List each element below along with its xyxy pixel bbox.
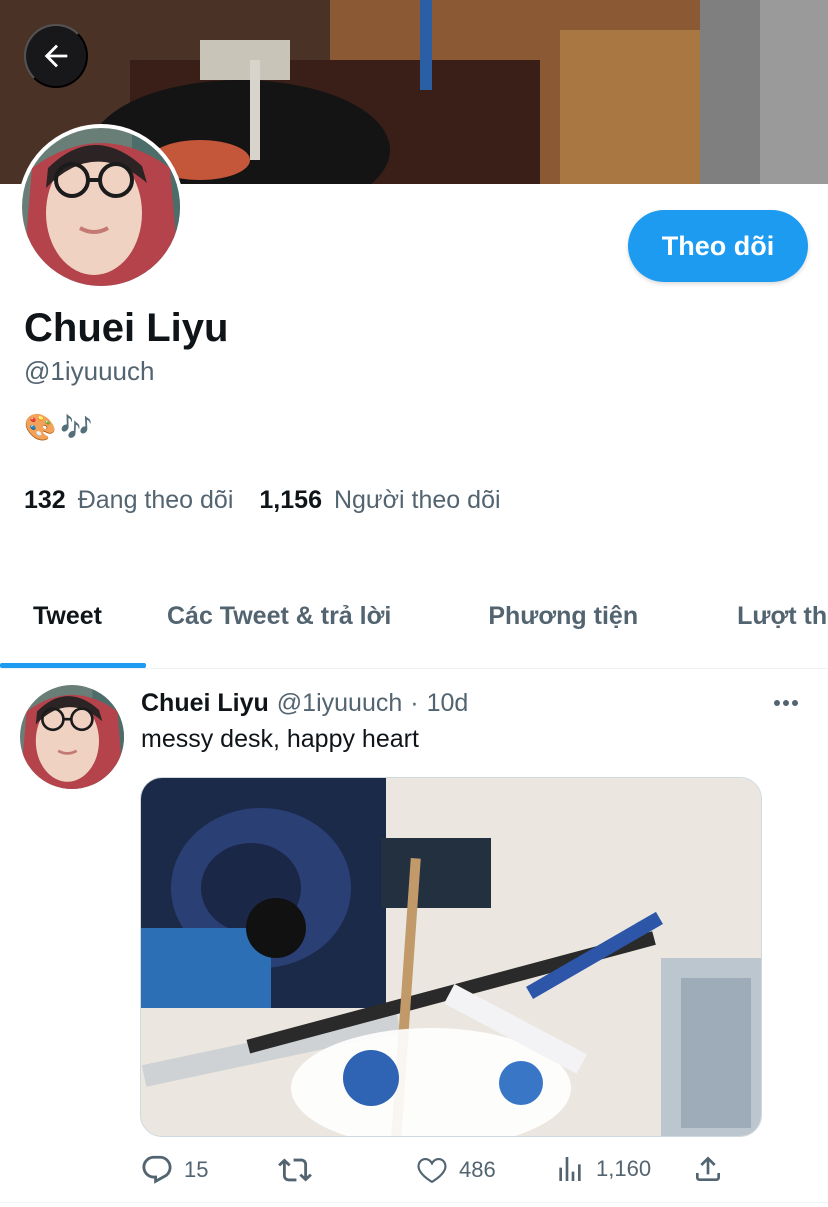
reply-icon bbox=[142, 1155, 172, 1184]
views-count: 1,160 bbox=[596, 1156, 652, 1181]
tab-tweets-and-replies[interactable]: Các Tweet & trả lời bbox=[135, 590, 424, 668]
followers-label: Người theo dõi bbox=[333, 486, 501, 514]
profile-tabs: Tweet Các Tweet & trả lời Phương tiện Lư… bbox=[0, 590, 828, 668]
share-icon bbox=[696, 1156, 720, 1181]
like-count: 486 bbox=[459, 1157, 496, 1182]
views-chart-icon bbox=[559, 1157, 581, 1181]
arrow-left-icon bbox=[44, 44, 68, 68]
tweet-actions: 15 486 1,160 bbox=[140, 1153, 740, 1193]
like-button[interactable]: 486 bbox=[415, 1153, 496, 1187]
profile-handle: @1iyuuuch bbox=[24, 356, 155, 386]
following-stat[interactable]: 132 Đang theo dõi bbox=[24, 486, 233, 515]
followers-stat[interactable]: 1,156 Người theo dõi bbox=[259, 486, 500, 515]
following-label: Đang theo dõi bbox=[77, 486, 234, 514]
heart-icon bbox=[417, 1157, 447, 1184]
tab-likes[interactable]: Lượt thích bbox=[671, 590, 828, 668]
tweet-separator: · bbox=[410, 689, 419, 717]
more-dot bbox=[783, 700, 789, 706]
more-horizontal-icon bbox=[774, 700, 780, 706]
tweet-author-handle[interactable]: @1iyuuuch bbox=[277, 689, 402, 718]
tweet-card[interactable]: Chuei Liyu @1iyuuuch · 10d messy desk, h… bbox=[0, 668, 828, 1207]
profile-bio: 🎨 🎶 bbox=[24, 412, 93, 443]
more-dot bbox=[792, 700, 798, 706]
profile-stats: 132 Đang theo dõi 1,156 Người theo dõi bbox=[24, 486, 501, 515]
following-count: 132 bbox=[24, 486, 66, 514]
music-notes-emoji: 🎶 bbox=[60, 412, 93, 442]
more-options-button[interactable] bbox=[770, 689, 802, 717]
retweet-button[interactable] bbox=[276, 1153, 324, 1187]
tab-tweets[interactable]: Tweet bbox=[0, 590, 146, 668]
back-button[interactable] bbox=[24, 24, 88, 88]
messy-desk-photo bbox=[141, 778, 761, 1136]
avatar-image bbox=[22, 128, 180, 286]
tweet-media-image[interactable] bbox=[140, 777, 762, 1137]
profile-avatar[interactable] bbox=[18, 124, 184, 290]
follow-button[interactable]: Theo dõi bbox=[628, 210, 808, 282]
reply-button[interactable]: 15 bbox=[140, 1153, 208, 1187]
followers-count: 1,156 bbox=[259, 486, 322, 514]
palette-emoji: 🎨 bbox=[24, 412, 57, 442]
tweet-header: Chuei Liyu @1iyuuuch · 10d bbox=[141, 689, 468, 718]
tab-media[interactable]: Phương tiện bbox=[424, 590, 671, 668]
profile-name: Chuei Liyu bbox=[24, 306, 229, 350]
views-button[interactable]: 1,160 bbox=[554, 1153, 651, 1185]
share-button[interactable] bbox=[692, 1153, 724, 1185]
avatar-image bbox=[20, 685, 124, 789]
tweet-timestamp[interactable]: 10d bbox=[427, 689, 469, 718]
tweet-author-avatar[interactable] bbox=[20, 685, 124, 789]
retweet-icon bbox=[278, 1158, 312, 1182]
tweet-author-name[interactable]: Chuei Liyu bbox=[141, 689, 269, 718]
reply-count: 15 bbox=[184, 1157, 209, 1182]
tweet-divider bbox=[0, 1202, 828, 1203]
tweet-text: messy desk, happy heart bbox=[141, 725, 419, 753]
